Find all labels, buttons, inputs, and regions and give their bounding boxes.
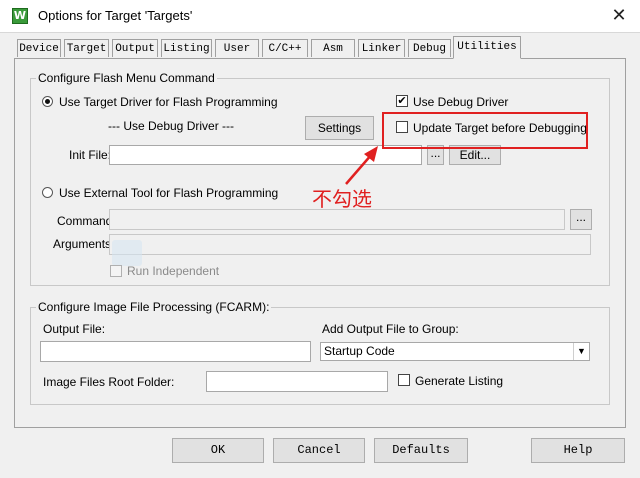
tab-linker[interactable]: Linker: [358, 39, 405, 57]
add-output-group-label: Add Output File to Group:: [322, 322, 459, 336]
tab-asm[interactable]: Asm: [311, 39, 355, 57]
app-icon: W: [12, 8, 28, 24]
window-title: Options for Target 'Targets': [38, 8, 193, 23]
command-label: Command:: [57, 214, 116, 228]
tab-utilities[interactable]: Utilities: [453, 36, 521, 59]
group-select[interactable]: Startup Code: [320, 342, 590, 361]
annotation-highlight-box: [382, 112, 588, 149]
close-icon[interactable]: ✕: [604, 3, 634, 29]
settings-button[interactable]: Settings: [305, 116, 374, 140]
command-input[interactable]: [109, 209, 565, 230]
tab-debug[interactable]: Debug: [408, 39, 451, 57]
flash-group-title: Configure Flash Menu Command: [36, 71, 217, 85]
tab-listing[interactable]: Listing: [161, 39, 212, 57]
use-target-driver-radio[interactable]: [42, 96, 53, 107]
generate-listing-label: Generate Listing: [415, 374, 504, 388]
run-independent-checkbox[interactable]: [110, 265, 122, 277]
generate-listing-checkbox[interactable]: [398, 374, 410, 386]
use-external-tool-label: Use External Tool for Flash Programming: [59, 186, 279, 200]
root-folder-input[interactable]: [206, 371, 388, 392]
cancel-button[interactable]: Cancel: [273, 438, 365, 463]
use-external-tool-radio[interactable]: [42, 187, 53, 198]
title-bar: W Options for Target 'Targets' ✕: [0, 0, 640, 32]
tab-device[interactable]: Device: [17, 39, 61, 57]
run-independent-label: Run Independent: [127, 264, 220, 278]
command-browse-button[interactable]: ...: [570, 209, 592, 230]
chevron-down-icon[interactable]: ▼: [573, 343, 589, 360]
defaults-button[interactable]: Defaults: [374, 438, 468, 463]
init-file-label: Init File:: [69, 148, 112, 162]
output-file-label: Output File:: [43, 322, 106, 336]
arguments-input[interactable]: [109, 234, 591, 255]
use-debug-driver-checkbox[interactable]: ✔: [396, 95, 408, 107]
tab-user[interactable]: User: [215, 39, 259, 57]
group-select-value: Startup Code: [324, 344, 395, 358]
help-button[interactable]: Help: [531, 438, 625, 463]
use-debug-driver-label: Use Debug Driver: [413, 95, 509, 109]
tab-output[interactable]: Output: [112, 39, 158, 57]
tab-c-cpp[interactable]: C/C++: [262, 39, 308, 57]
annotation-text: 不勾选: [312, 187, 372, 211]
use-target-driver-label: Use Target Driver for Flash Programming: [59, 95, 278, 109]
output-file-input[interactable]: [40, 341, 311, 362]
root-folder-label: Image Files Root Folder:: [43, 375, 175, 389]
image-group-title: Configure Image File Processing (FCARM):: [36, 300, 272, 314]
use-debug-driver-text: --- Use Debug Driver ---: [108, 119, 235, 133]
ok-button[interactable]: OK: [172, 438, 264, 463]
watermark-icon: [112, 240, 142, 266]
tab-target[interactable]: Target: [64, 39, 109, 57]
arguments-label: Arguments:: [53, 237, 115, 251]
